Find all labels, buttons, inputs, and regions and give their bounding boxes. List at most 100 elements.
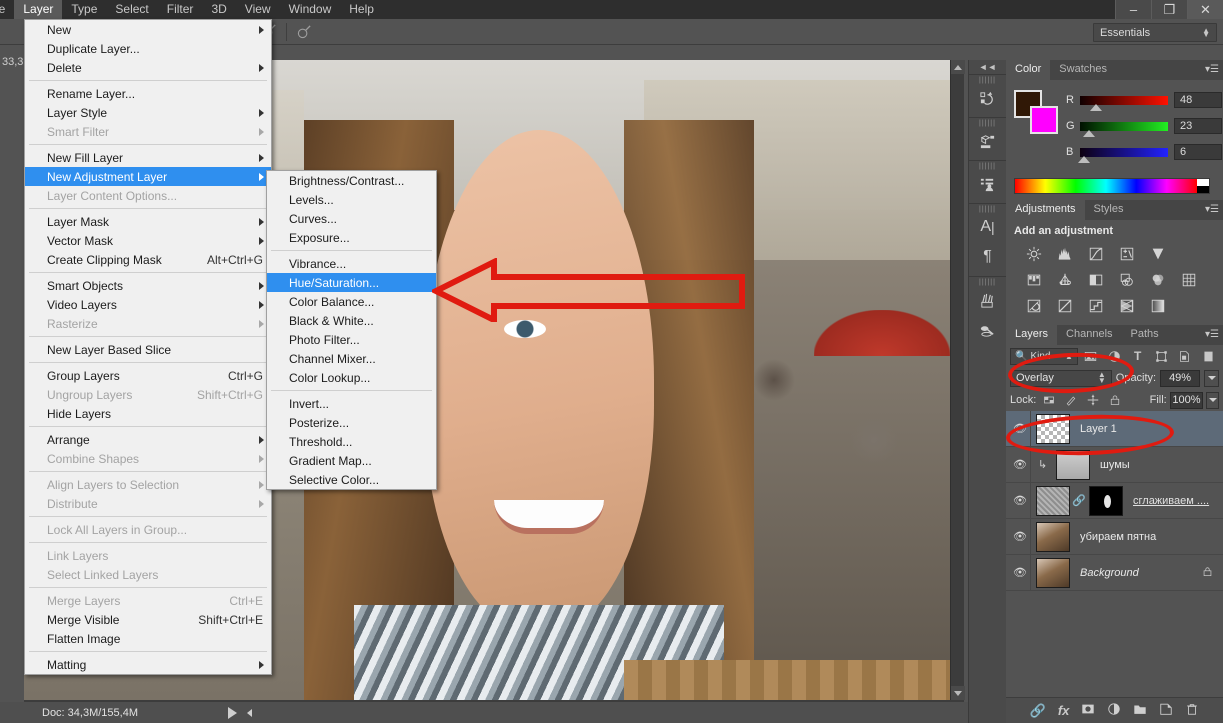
menu-rename-layer[interactable]: Rename Layer... [25, 84, 271, 103]
gradient-map-icon[interactable] [1111, 293, 1142, 319]
invert-icon[interactable] [1018, 293, 1049, 319]
menu-new-layer-based-slice[interactable]: New Layer Based Slice [25, 340, 271, 359]
workspace-spinner-icon[interactable]: ▲ ▼ [1202, 26, 1210, 38]
3d-icon[interactable] [969, 126, 1006, 156]
tab-adjustments[interactable]: Adjustments [1006, 200, 1085, 220]
tab-paths[interactable]: Paths [1122, 325, 1168, 345]
layers-panel-menu-icon[interactable]: ▾☰ [1205, 329, 1219, 340]
canvas-vertical-scrollbar[interactable] [950, 60, 965, 700]
close-icon[interactable]: ✕ [1187, 0, 1223, 19]
layer-mask-thumbnail[interactable] [1089, 485, 1123, 516]
character-icon[interactable]: A | [969, 212, 1006, 242]
table-row[interactable]: 👁 ↳ шумы [1006, 447, 1223, 483]
link-layers-icon[interactable]: 🔗 [1030, 703, 1046, 719]
layer-filter-spinner-icon[interactable]: ▲ [1065, 352, 1073, 361]
layer-style-icon[interactable]: fx [1058, 703, 1070, 718]
grid-icon[interactable] [1173, 267, 1204, 293]
menu-item-image[interactable]: ge [0, 0, 14, 19]
menu-item-3d[interactable]: 3D [202, 0, 235, 19]
layer-name[interactable]: убираем пятна [1080, 531, 1156, 543]
tab-swatches[interactable]: Swatches [1050, 60, 1116, 80]
menu-delete[interactable]: Delete [25, 58, 271, 77]
pixel-filter-icon[interactable] [1080, 347, 1102, 365]
photo-filter-icon[interactable] [1080, 267, 1111, 293]
properties-icon[interactable] [969, 169, 1006, 199]
scroll-down-icon[interactable] [951, 686, 965, 700]
table-row[interactable]: 👁 Background [1006, 555, 1223, 591]
blend-mode-select[interactable]: Overlay ▲ ▼ [1010, 369, 1112, 387]
submenu-levels[interactable]: Levels... [267, 190, 436, 209]
restore-icon[interactable]: ❐ [1151, 0, 1187, 19]
layer-thumbnail[interactable] [1036, 413, 1070, 444]
color-balance-icon[interactable] [1018, 267, 1049, 293]
submenu-posterize[interactable]: Posterize... [267, 413, 436, 432]
menu-duplicate-layer[interactable]: Duplicate Layer... [25, 39, 271, 58]
menu-hide-layers[interactable]: Hide Layers [25, 404, 271, 423]
new-fill-adjustment-icon[interactable] [1107, 702, 1121, 719]
submenu-color-balance[interactable]: Color Balance... [267, 292, 436, 311]
tab-color[interactable]: Color [1006, 60, 1051, 80]
filter-toggle-icon[interactable] [1198, 347, 1220, 365]
menu-item-window[interactable]: Window [280, 0, 341, 19]
table-row[interactable]: 👁 🔗 сглаживаем .... [1006, 483, 1223, 519]
layer-visibility-icon[interactable]: 👁 [1008, 494, 1032, 507]
exposure-icon[interactable] [1111, 241, 1142, 267]
brush-presets-icon[interactable] [969, 285, 1006, 315]
collapse-panels-icon[interactable]: ◄◄ [969, 60, 1006, 74]
layer-visibility-icon[interactable]: 👁 [1008, 422, 1032, 435]
lock-position-icon[interactable] [1083, 391, 1102, 409]
color-panel-menu-icon[interactable]: ▾☰ [1205, 64, 1219, 75]
lock-transparent-icon[interactable] [1039, 391, 1058, 409]
menu-matting[interactable]: Matting [25, 655, 271, 674]
lock-all-icon[interactable] [1106, 391, 1125, 409]
fill-input[interactable]: 100% [1169, 391, 1204, 409]
background-color-swatch[interactable] [1030, 106, 1058, 134]
mask-link-icon[interactable]: 🔗 [1072, 494, 1086, 507]
submenu-hue-saturation[interactable]: Hue/Saturation... [267, 273, 436, 292]
color-spectrum-ramp[interactable] [1014, 178, 1210, 194]
submenu-vibrance[interactable]: Vibrance... [267, 254, 436, 273]
new-group-icon[interactable] [1133, 702, 1147, 719]
new-adjustment-layer-submenu[interactable]: Brightness/Contrast... Levels... Curves.… [266, 170, 437, 490]
tab-channels[interactable]: Channels [1057, 325, 1121, 345]
channel-slider-r[interactable] [1080, 95, 1168, 111]
layer-mask-icon[interactable] [1081, 702, 1095, 719]
menu-group-layers[interactable]: Group Layers Ctrl+G [25, 366, 271, 385]
posterize-icon[interactable] [1049, 293, 1080, 319]
submenu-invert[interactable]: Invert... [267, 394, 436, 413]
new-layer-icon[interactable] [1159, 702, 1173, 719]
layer-filter-kind-select[interactable]: 🔍 Kind ▲ [1010, 347, 1078, 365]
table-row[interactable]: 👁 убираем пятна [1006, 519, 1223, 555]
menu-flatten-image[interactable]: Flatten Image [25, 629, 271, 648]
blend-mode-spinner-icon[interactable]: ▲ ▼ [1098, 371, 1106, 385]
menu-item-view[interactable]: View [236, 0, 280, 19]
submenu-exposure[interactable]: Exposure... [267, 228, 436, 247]
pressure-opacity-icon[interactable] [293, 22, 315, 42]
adjustment-filter-icon[interactable] [1103, 347, 1125, 365]
color-lookup-icon[interactable] [1142, 267, 1173, 293]
channel-slider-b[interactable] [1078, 147, 1168, 163]
menu-new[interactable]: New [25, 20, 271, 39]
layer-thumbnail[interactable] [1036, 485, 1070, 516]
menu-item-help[interactable]: Help [340, 0, 383, 19]
layer-name[interactable]: Background [1080, 567, 1139, 579]
table-row[interactable]: 👁 Layer 1 [1006, 411, 1223, 447]
fill-dropdown[interactable] [1206, 391, 1220, 409]
menu-item-filter[interactable]: Filter [158, 0, 203, 19]
opacity-input[interactable]: 49% [1160, 369, 1201, 387]
submenu-threshold[interactable]: Threshold... [267, 432, 436, 451]
workspace-switcher[interactable]: Essentials ▲ ▼ [1093, 23, 1217, 42]
brightness-contrast-icon[interactable] [1018, 241, 1049, 267]
submenu-black-white[interactable]: Black & White... [267, 311, 436, 330]
lock-image-icon[interactable] [1061, 391, 1080, 409]
layer-visibility-icon[interactable]: 👁 [1008, 458, 1032, 471]
menu-new-adjustment-layer[interactable]: New Adjustment Layer [25, 167, 271, 186]
submenu-curves[interactable]: Curves... [267, 209, 436, 228]
status-arrow-icon[interactable] [247, 708, 252, 717]
submenu-brightness-contrast[interactable]: Brightness/Contrast... [267, 171, 436, 190]
layer-name[interactable]: шумы [1100, 459, 1130, 471]
shape-filter-icon[interactable] [1150, 347, 1172, 365]
layer-menu-dropdown[interactable]: New Duplicate Layer... Delete Rename Lay… [24, 19, 272, 675]
vibrance-icon[interactable] [1142, 241, 1173, 267]
menu-video-layers[interactable]: Video Layers [25, 295, 271, 314]
